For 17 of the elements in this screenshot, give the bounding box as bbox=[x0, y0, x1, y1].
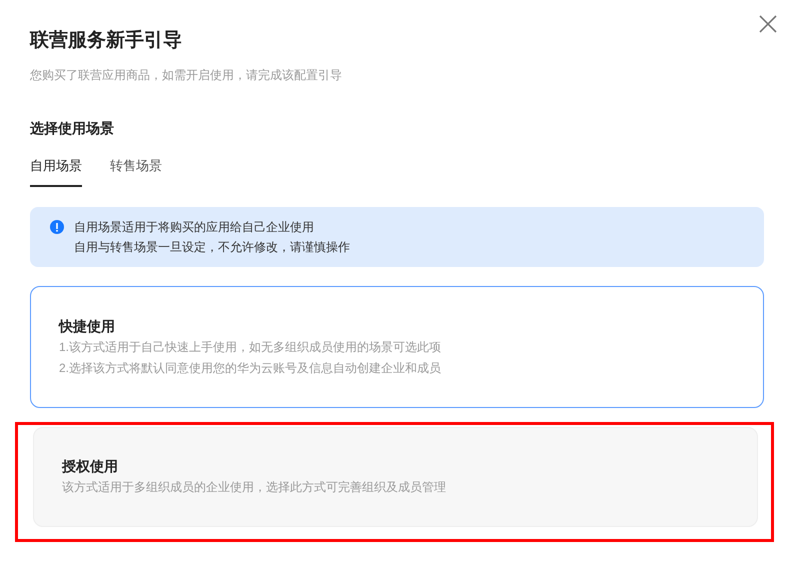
info-text: 自用场景适用于将购买的应用给自己企业使用 bbox=[74, 218, 315, 236]
option-description: 1.该方式适用于自己快速上手使用，如无多组织成员使用的场景可选此项 bbox=[59, 338, 442, 356]
dialog-title: 联营服务新手引导 bbox=[30, 28, 183, 53]
option-card[interactable]: 授权使用 该方式适用于多组织成员的企业使用，选择此方式可完善组织及成员管理 bbox=[33, 426, 758, 526]
option-description: 2.选择该方式将默认同意使用您的华为云账号及信息自动创建企业和成员 bbox=[59, 360, 442, 376]
section-title: 选择使用场景 bbox=[30, 119, 115, 138]
option-description: 该方式适用于多组织成员的企业使用，选择此方式可完善组织及成员管理 bbox=[62, 479, 447, 496]
scenario-tab[interactable]: 转售场景 bbox=[110, 156, 162, 186]
option-title: 快捷使用 bbox=[59, 316, 116, 336]
scenario-tab[interactable]: 自用场景 bbox=[30, 156, 82, 186]
close-icon bbox=[759, 15, 777, 33]
info-icon bbox=[50, 220, 64, 234]
dialog-subtitle: 您购买了联营应用商品，如需开启使用，请完成该配置引导 bbox=[30, 67, 343, 84]
option-title: 授权使用 bbox=[62, 457, 119, 476]
option-card[interactable]: 快捷使用 1.该方式适用于自己快速上手使用，如无多组织成员使用的场景可选此项 2.选择该方式将默认同意使用您的华为云账号及信息自动创建企业和成员 bbox=[30, 286, 764, 408]
info-text: 自用与转售场景一旦设定，不允许修改，请谨慎操作 bbox=[74, 238, 350, 256]
close-button[interactable] bbox=[758, 14, 778, 34]
